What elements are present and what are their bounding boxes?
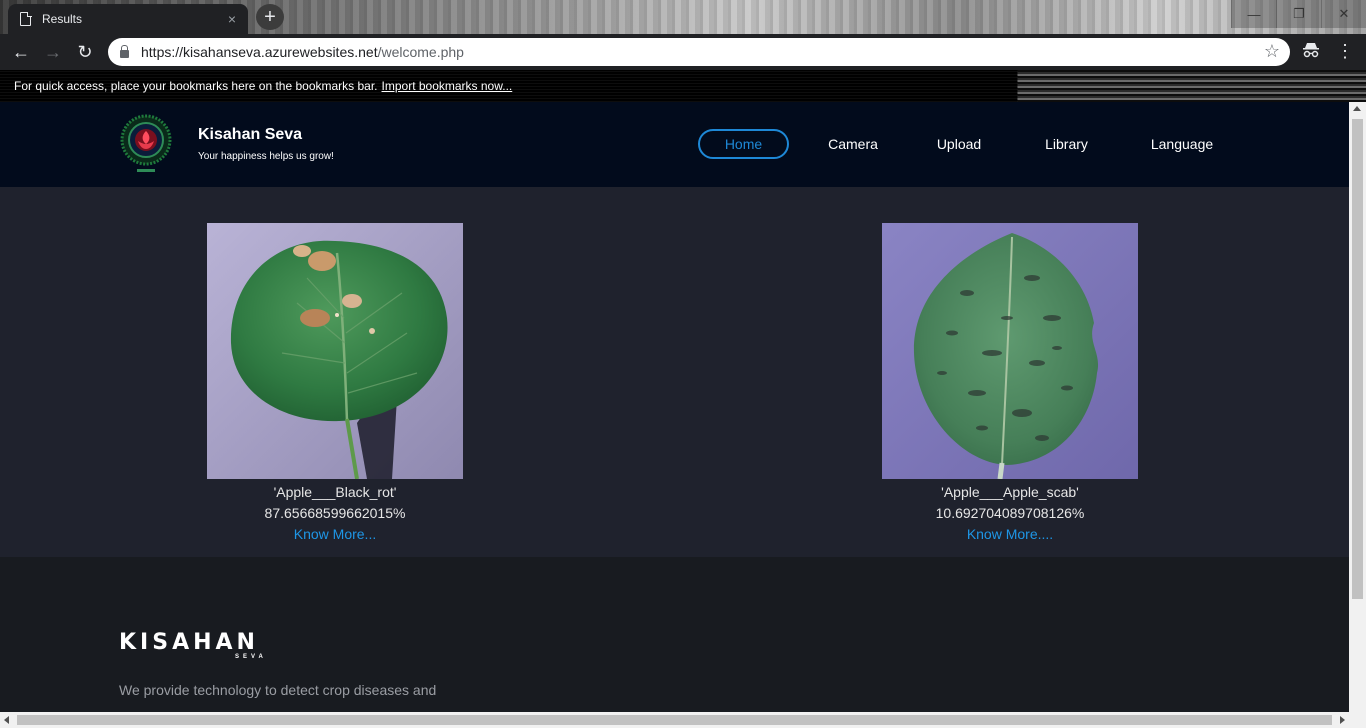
close-window-button[interactable]: ✕ [1321,0,1366,28]
nav-home[interactable]: Home [698,129,789,159]
bookmarks-prompt: For quick access, place your bookmarks h… [14,79,378,93]
result-card: 'Apple___Black_rot' 87.65668599662015% K… [207,223,463,545]
disease-name: 'Apple___Apple_scab' [941,484,1079,500]
site-header: Kisahan Seva Your happiness helps us gro… [0,102,1349,187]
vertical-scroll-thumb[interactable] [1352,119,1363,599]
leaf-image-apple-scab [882,223,1138,479]
browser-toolbar: ← → ↻ https://kisahanseva.azurewebsites.… [0,34,1366,70]
results-section: 'Apple___Black_rot' 87.65668599662015% K… [0,187,1349,557]
site-title: Kisahan Seva [198,126,303,143]
site-footer: KISAHAN SEVA We provide technology to de… [0,557,1349,712]
scroll-left-arrow-icon[interactable] [4,716,9,724]
nav-camera[interactable]: Camera [826,129,880,159]
nav-language[interactable]: Language [1151,129,1213,159]
nav-upload[interactable]: Upload [937,129,981,159]
browser-tab-strip: Results × + — ❐ ✕ [0,0,1366,34]
maximize-button[interactable]: ❐ [1276,0,1321,28]
reload-button[interactable]: ↻ [69,36,101,68]
incognito-icon[interactable] [1300,42,1322,62]
footer-logo-sub: SEVA [235,654,267,660]
nav-library[interactable]: Library [1045,129,1088,159]
url-host: https://kisahanseva.azurewebsites.net [141,44,378,60]
disease-name: 'Apple___Black_rot' [273,484,397,500]
main-nav: Home Camera Upload Library Language [698,129,1213,159]
url-path: /welcome.php [377,44,464,60]
footer-logo: KISAHAN [119,630,259,655]
site-tagline: Your happiness helps us grow! [198,151,334,162]
know-more-link[interactable]: Know More... [294,526,376,542]
vertical-scrollbar[interactable] [1349,102,1366,712]
horizontal-scrollbar[interactable] [0,712,1366,728]
scroll-up-arrow-icon[interactable] [1353,106,1361,111]
horizontal-scroll-thumb[interactable] [17,715,1332,725]
browser-menu-button[interactable]: ⋮ [1336,40,1354,64]
emblem-icon [120,114,172,172]
forward-button[interactable]: → [37,36,69,68]
bookmarks-bar: For quick access, place your bookmarks h… [0,70,1366,102]
know-more-link[interactable]: Know More.... [967,526,1053,542]
address-bar[interactable]: https://kisahanseva.azurewebsites.net/we… [108,38,1290,66]
site-logo[interactable] [120,114,172,178]
footer-description: We provide technology to detect crop dis… [119,682,437,698]
back-button[interactable]: ← [5,36,37,68]
incognito-glyph [1303,43,1319,58]
import-bookmarks-link[interactable]: Import bookmarks now... [382,79,513,93]
window-controls: — ❐ ✕ [1231,0,1366,28]
new-tab-button[interactable]: + [256,4,284,30]
browser-tab[interactable]: Results × [8,4,248,34]
scroll-right-arrow-icon[interactable] [1340,716,1345,724]
tab-title: Results [42,12,83,26]
tab-close-button[interactable]: × [228,11,236,27]
result-card: 'Apple___Apple_scab' 10.692704089708126%… [882,223,1138,545]
confidence-value: 10.692704089708126% [935,505,1085,521]
bookmark-star-icon[interactable]: ☆ [1264,41,1280,62]
confidence-value: 87.65668599662015% [264,505,406,521]
leaf-image-black-rot [207,223,463,479]
minimize-button[interactable]: — [1231,0,1276,28]
lock-icon [120,45,129,58]
document-icon [20,11,32,26]
page-viewport: Kisahan Seva Your happiness helps us gro… [0,102,1349,712]
